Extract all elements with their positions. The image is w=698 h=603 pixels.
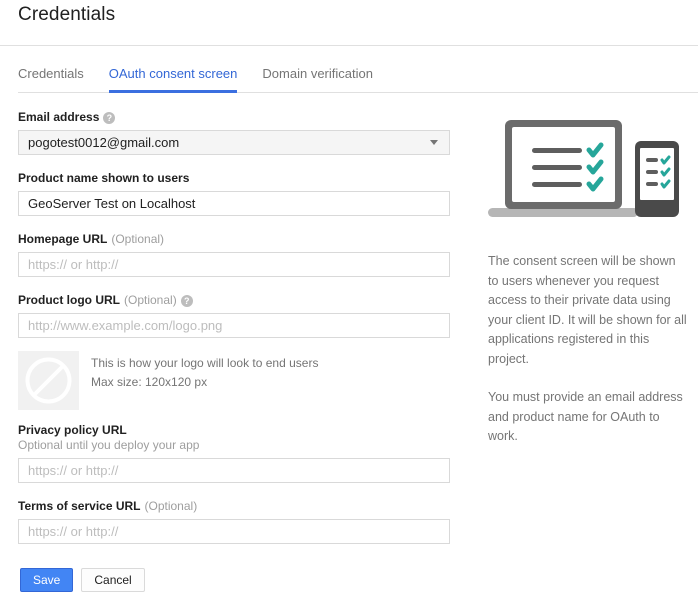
help-icon[interactable]: ? (103, 111, 116, 124)
info-paragraph-2: You must provide an email address and pr… (488, 390, 683, 443)
product-name-label-text: Product name shown to users (18, 171, 190, 185)
product-logo-url-optional-text: (Optional) (124, 293, 177, 307)
header-divider (0, 45, 698, 46)
consent-form: Email address ? pogotest0012@gmail.com P… (18, 110, 450, 544)
terms-of-service-url-label-text: Terms of service URL (18, 499, 141, 513)
product-logo-url-label: Product logo URL (Optional) ? (18, 293, 450, 308)
field-homepage-url: Homepage URL (Optional) https:// or http… (18, 232, 450, 277)
product-logo-url-input[interactable]: http://www.example.com/logo.png (18, 313, 450, 338)
logo-preview-text: This is how your logo will look to end u… (91, 351, 318, 392)
product-name-input[interactable]: GeoServer Test on Localhost (18, 191, 450, 216)
privacy-policy-url-placeholder: https:// or http:// (28, 463, 119, 478)
privacy-policy-url-sub-label: Optional until you deploy your app (18, 438, 200, 452)
field-email-address: Email address ? pogotest0012@gmail.com (18, 110, 450, 155)
field-privacy-policy-url: Privacy policy URL Optional until you de… (18, 423, 450, 483)
logo-preview-row: This is how your logo will look to end u… (18, 351, 450, 410)
privacy-policy-url-label: Privacy policy URL (18, 423, 450, 438)
info-paragraph-1: The consent screen will be shown to user… (488, 254, 687, 366)
form-actions: Save Cancel (20, 568, 145, 592)
terms-of-service-url-optional-text: (Optional) (144, 499, 198, 513)
oauth-consent-screen-page: Credentials Credentials OAuth consent sc… (0, 0, 698, 603)
product-name-value: GeoServer Test on Localhost (28, 196, 196, 211)
product-logo-url-label-text: Product logo URL (18, 293, 120, 307)
logo-preview-line1: This is how your logo will look to end u… (91, 356, 319, 370)
no-image-icon (25, 357, 72, 404)
tab-domain-verification[interactable]: Domain verification (262, 66, 373, 93)
homepage-url-label-text: Homepage URL (18, 232, 108, 246)
email-address-label: Email address ? (18, 110, 450, 125)
page-title: Credentials (18, 4, 116, 25)
terms-of-service-url-placeholder: https:// or http:// (28, 524, 119, 539)
cancel-button[interactable]: Cancel (81, 568, 145, 592)
logo-preview-line2: Max size: 120x120 px (91, 375, 208, 389)
help-icon[interactable]: ? (180, 294, 193, 307)
homepage-url-input[interactable]: https:// or http:// (18, 252, 450, 277)
terms-of-service-url-input[interactable]: https:// or http:// (18, 519, 450, 544)
homepage-url-placeholder: https:// or http:// (28, 257, 119, 272)
save-button[interactable]: Save (20, 568, 74, 592)
email-address-value: pogotest0012@gmail.com (28, 135, 180, 150)
email-address-select[interactable]: pogotest0012@gmail.com (18, 130, 450, 155)
tab-credentials[interactable]: Credentials (18, 66, 84, 93)
homepage-url-label: Homepage URL (Optional) (18, 232, 450, 247)
privacy-policy-url-input[interactable]: https:// or http:// (18, 458, 450, 483)
field-product-logo-url: Product logo URL (Optional) ? http://www… (18, 293, 450, 338)
homepage-url-optional-text: (Optional) (111, 232, 165, 246)
info-panel: The consent screen will be shown to user… (488, 115, 688, 447)
terms-of-service-url-label: Terms of service URL (Optional) (18, 499, 450, 514)
privacy-policy-url-label-text: Privacy policy URL (18, 423, 127, 437)
field-terms-of-service-url: Terms of service URL (Optional) https://… (18, 499, 450, 544)
logo-preview-box (18, 351, 79, 410)
email-address-label-text: Email address (18, 110, 100, 124)
info-text: The consent screen will be shown to user… (488, 252, 688, 447)
tab-oauth-consent-screen[interactable]: OAuth consent screen (108, 66, 238, 93)
laptop-phone-checklist-illustration (488, 120, 679, 217)
product-name-label: Product name shown to users (18, 171, 450, 186)
product-logo-url-placeholder: http://www.example.com/logo.png (28, 318, 223, 333)
field-product-name: Product name shown to users GeoServer Te… (18, 171, 450, 216)
chevron-down-icon (430, 140, 438, 145)
tab-bar: Credentials OAuth consent screen Domain … (18, 66, 698, 93)
